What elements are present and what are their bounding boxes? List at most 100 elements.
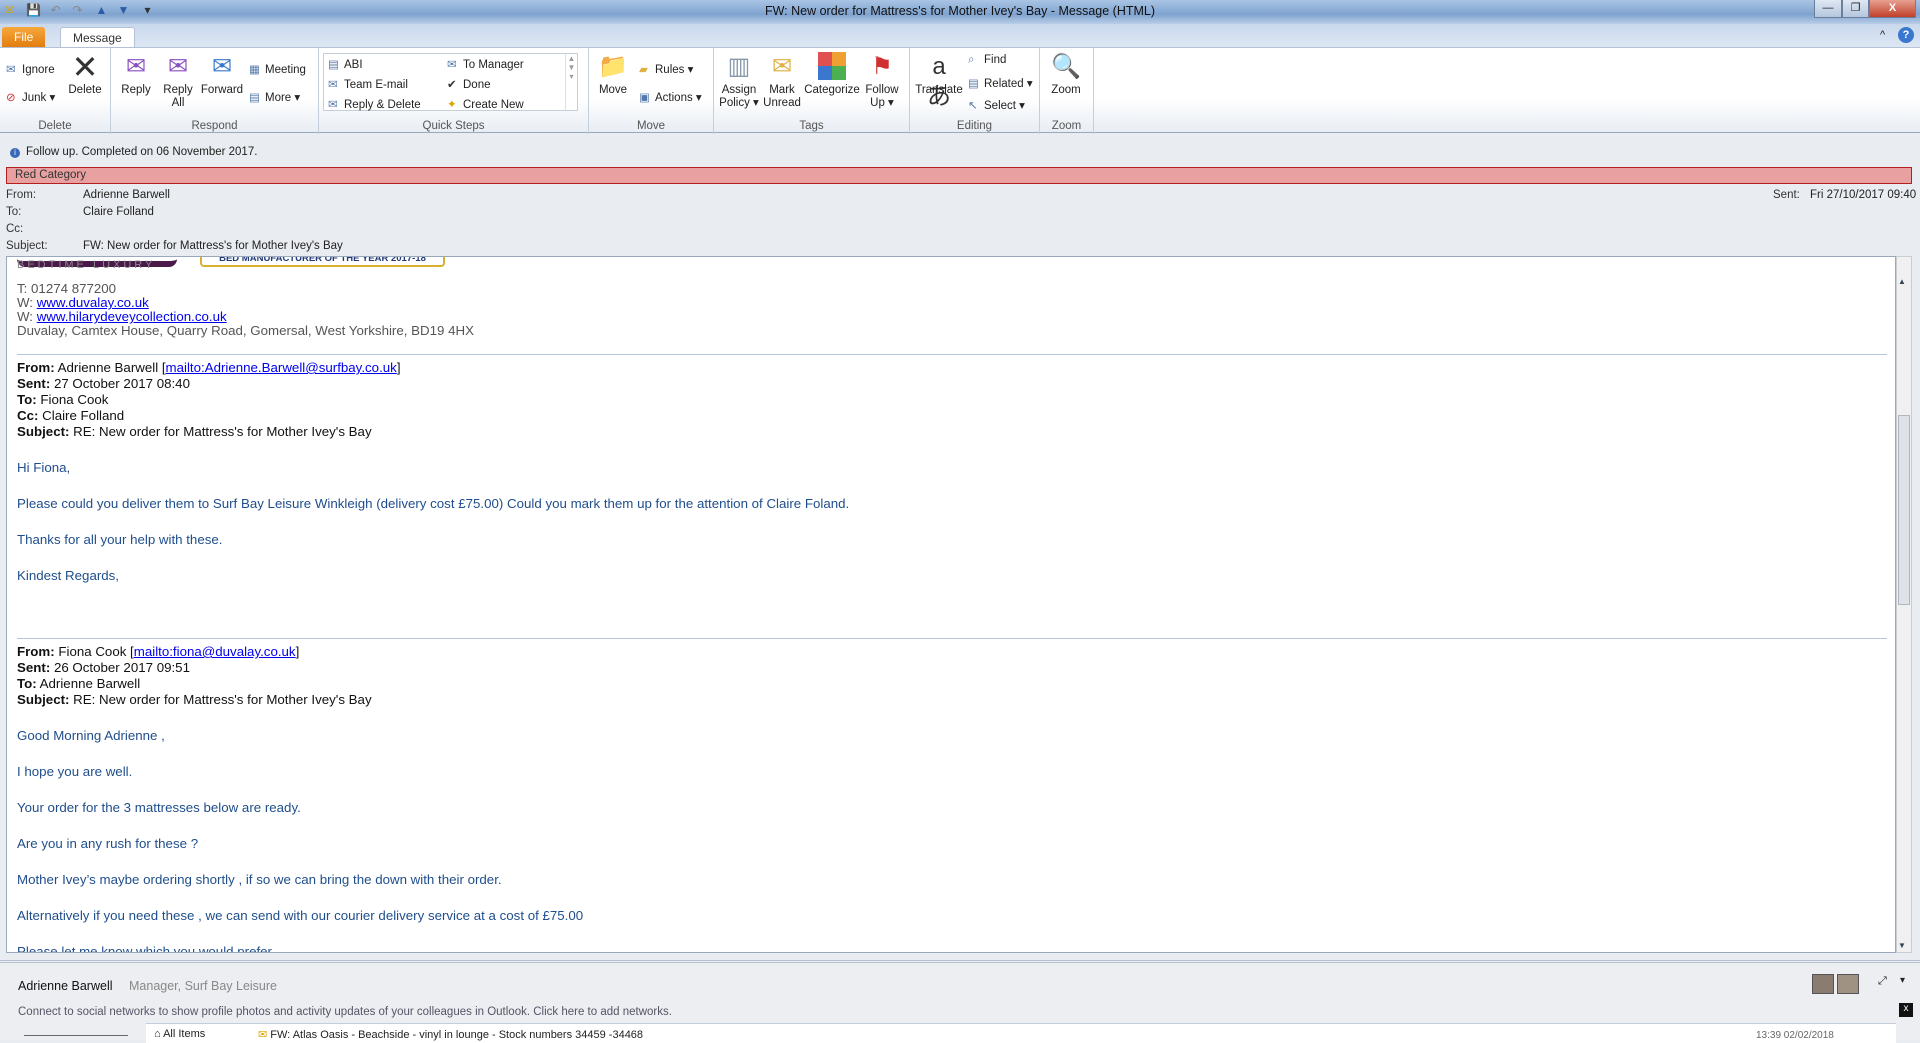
group-label-move: Move [636, 120, 666, 132]
scroll-down-arrow[interactable]: ▼ [1898, 941, 1906, 950]
contact-name[interactable]: Adrienne Barwell [18, 979, 113, 993]
junk-button[interactable]: ⊘ Junk ▾ [6, 90, 55, 104]
chevron-down-icon[interactable]: ▾ [1900, 975, 1905, 986]
sent-value: 26 October 2017 09:51 [50, 660, 190, 675]
msg2-line: Are you in any rush for these ? [17, 836, 199, 851]
cc-value: Claire Folland [38, 408, 125, 423]
connect-networks-link[interactable]: Connect to social networks to show profi… [18, 1006, 672, 1018]
avatar[interactable] [1812, 974, 1834, 994]
info-icon: i [10, 148, 20, 158]
duvalay-link[interactable]: www.duvalay.co.uk [37, 295, 149, 310]
group-label-respond: Respond [191, 120, 238, 132]
mark-unread-button[interactable]: ✉ Mark Unread [762, 52, 802, 110]
hilary-devey-link[interactable]: www.hilarydeveycollection.co.uk [37, 309, 227, 324]
quick-step-reply-delete[interactable]: ✉ Reply & Delete [328, 97, 421, 111]
mark-unread-icon: ✉ [771, 53, 793, 80]
info-bar[interactable]: i Follow up. Completed on 06 November 201… [0, 143, 1920, 163]
binoculars-icon: ⌕ [968, 54, 975, 66]
from-value[interactable]: Adrienne Barwell [83, 189, 170, 201]
quick-step-create-new[interactable]: ✦ Create New [447, 97, 524, 111]
ignore-button[interactable]: ✉ Ignore [6, 62, 55, 76]
follow-up-button[interactable]: ⚑ Follow Up ▾ [862, 52, 902, 110]
reply-button[interactable]: ✉ Reply [117, 52, 155, 97]
avatar[interactable] [1837, 974, 1859, 994]
subject-label: Subject: [6, 240, 48, 252]
quick-step-done[interactable]: ✔ Done [447, 77, 491, 91]
logo-tagline: BEDTIME LUXURY [17, 259, 156, 271]
collapse-ribbon-icon[interactable]: ^ [1880, 29, 1885, 41]
rules-button[interactable]: ▰ Rules ▾ [639, 62, 693, 76]
meeting-button[interactable]: ▦ Meeting [249, 62, 306, 76]
assign-policy-icon: ▥ [727, 53, 751, 80]
more-respond-button[interactable]: ▤ More ▾ [249, 90, 300, 104]
tab-file[interactable]: File [2, 27, 46, 48]
translate-button[interactable]: aあ Translate [914, 52, 964, 110]
ignore-label: Ignore [22, 64, 55, 76]
msg1-line: Kindest Regards, [17, 568, 119, 583]
window-title: FW: New order for Mattress's for Mother … [764, 4, 1156, 18]
all-items-label[interactable]: ⌂ All Items [154, 1028, 205, 1040]
rules-icon: ▰ [639, 64, 648, 76]
forward-button[interactable]: ✉ Forward [199, 52, 245, 97]
group-delete: ✉ Ignore ⊘ Junk ▾ ✕ Delete Delete [0, 48, 111, 134]
mailto-link[interactable]: mailto:fiona@duvalay.co.uk [134, 644, 296, 659]
to-value: Fiona Cook [36, 392, 109, 407]
reply-all-button[interactable]: ✉ Reply All [159, 52, 197, 110]
msg2-line: I hope you are well. [17, 764, 133, 779]
minimize-button[interactable]: — [1814, 0, 1842, 18]
checkmark-icon: ✔ [447, 79, 457, 91]
next-message-item[interactable]: ✉ FW: Atlas Oasis - Beachside - vinyl in… [258, 1028, 643, 1041]
folder-name: All Items [163, 1028, 206, 1040]
actions-button[interactable]: ▣ Actions ▾ [639, 90, 702, 104]
group-move: 📁 Move ▰ Rules ▾ ▣ Actions ▾ Move [589, 48, 714, 134]
body-scrollbar[interactable]: ▲ ▼ [1896, 256, 1912, 953]
group-label-delete: Delete [38, 120, 72, 132]
from-label: From: [6, 189, 37, 201]
find-button[interactable]: ⌕ Find [968, 54, 1006, 67]
delete-button[interactable]: ✕ Delete [66, 51, 104, 97]
mailto-link[interactable]: mailto:Adrienne.Barwell@surfbay.co.uk [166, 360, 397, 375]
signature-web-2: W: www.hilarydeveycollection.co.uk [17, 309, 227, 324]
quick-step-to-manager[interactable]: ✉ To Manager [447, 57, 524, 71]
msg1-line: Hi Fiona, [17, 460, 71, 475]
quick-step-abi[interactable]: ▤ ABI [328, 57, 363, 71]
move-button[interactable]: 📁 Move [597, 52, 629, 97]
zoom-button[interactable]: 🔍 Zoom [1046, 52, 1086, 97]
related-button[interactable]: ▤ Related ▾ [968, 76, 1033, 90]
from-value: Adrienne Barwell [ [54, 360, 166, 375]
from-label: From: [17, 644, 55, 659]
cursor-icon: ↖ [968, 100, 978, 112]
select-label: Select ▾ [984, 100, 1025, 112]
tab-message[interactable]: Message [60, 27, 135, 48]
background-window-strip: ⌂ All Items ✉ FW: Atlas Oasis - Beachsid… [146, 1023, 1896, 1043]
scroll-thumb[interactable] [1898, 415, 1910, 605]
translate-icon: aあ [927, 53, 951, 110]
categorize-icon [817, 52, 847, 82]
gallery-scroll[interactable]: ▲ ▼ ▾ [565, 54, 577, 110]
categorize-label: Categorize [804, 84, 860, 96]
scroll-up-arrow[interactable]: ▲ [1898, 277, 1906, 286]
msg2-line: Good Morning Adrienne , [17, 728, 165, 743]
to-manager-icon: ✉ [447, 59, 457, 71]
quick-step-team-email[interactable]: ✉ Team E-mail [328, 77, 408, 91]
quick-step-label: Create New [463, 99, 524, 111]
to-value: Adrienne Barwell [36, 676, 141, 691]
assign-policy-button[interactable]: ▥ Assign Policy ▾ [718, 52, 760, 110]
categorize-button[interactable]: Categorize [804, 52, 860, 97]
expand-icon[interactable]: ⤢ [1878, 975, 1887, 988]
divider [24, 1035, 128, 1036]
from-value: Fiona Cook [ [54, 644, 134, 659]
award-badge: BED MANUFACTURER OF THE YEAR 2017-18 [200, 257, 445, 267]
assign-policy-label: Assign Policy ▾ [719, 84, 759, 109]
to-value[interactable]: Claire Folland [83, 206, 154, 218]
select-button[interactable]: ↖ Select ▾ [968, 98, 1025, 112]
msg1-from: From: Adrienne Barwell [mailto:Adrienne.… [17, 360, 401, 375]
restore-button[interactable]: ❐ [1842, 0, 1869, 18]
title-bar: ✉ 💾 ↶ ↷ ▲ ▼ ▾ FW: New order for Mattress… [0, 0, 1920, 24]
close-pane-icon[interactable]: x [1899, 1003, 1913, 1017]
msg2-line: Alternatively if you need these , we can… [17, 908, 584, 923]
close-button[interactable]: X [1869, 0, 1916, 18]
help-icon[interactable]: ? [1898, 27, 1914, 43]
message-body[interactable]: BEDTIME LUXURY BED MANUFACTURER OF THE Y… [6, 256, 1896, 953]
sent-value: Fri 27/10/2017 09:40 [1810, 189, 1917, 201]
